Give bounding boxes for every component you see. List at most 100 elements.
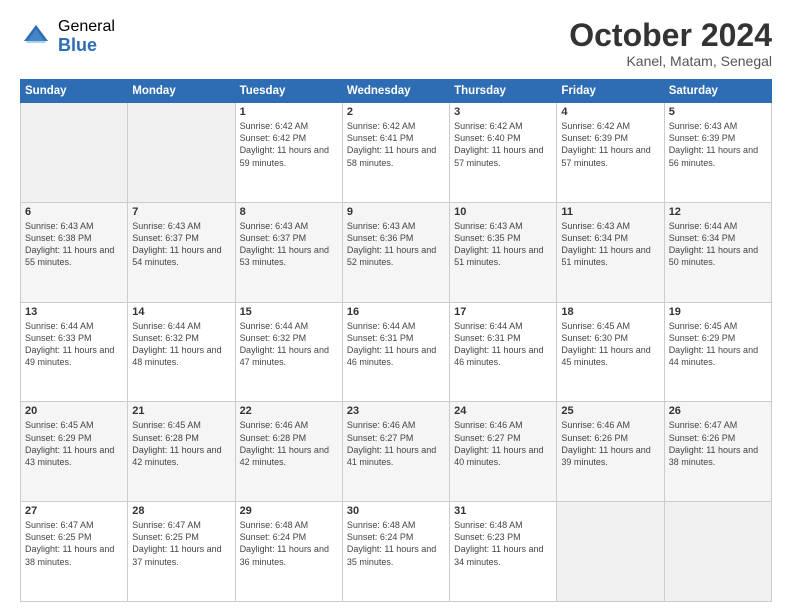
- sunset-label: Sunset: 6:24 PM: [347, 532, 414, 542]
- day-info: Sunrise: 6:43 AMSunset: 6:36 PMDaylight:…: [347, 220, 445, 269]
- page: General Blue October 2024 Kanel, Matam, …: [0, 0, 792, 612]
- logo-blue: Blue: [58, 36, 115, 56]
- calendar-cell: 2Sunrise: 6:42 AMSunset: 6:41 PMDaylight…: [342, 103, 449, 203]
- sunrise-label: Sunrise: 6:47 AM: [25, 520, 94, 530]
- day-number: 9: [347, 206, 445, 218]
- daylight-label: Daylight: 11 hours and 34 minutes.: [454, 544, 543, 566]
- sunset-label: Sunset: 6:32 PM: [132, 333, 199, 343]
- sunrise-label: Sunrise: 6:45 AM: [669, 321, 738, 331]
- calendar-cell: 17Sunrise: 6:44 AMSunset: 6:31 PMDayligh…: [450, 302, 557, 402]
- sunset-label: Sunset: 6:35 PM: [454, 233, 521, 243]
- day-number: 24: [454, 405, 552, 417]
- sunset-label: Sunset: 6:28 PM: [132, 433, 199, 443]
- day-info: Sunrise: 6:47 AMSunset: 6:25 PMDaylight:…: [25, 519, 123, 568]
- calendar-cell: 3Sunrise: 6:42 AMSunset: 6:40 PMDaylight…: [450, 103, 557, 203]
- day-info: Sunrise: 6:46 AMSunset: 6:27 PMDaylight:…: [347, 419, 445, 468]
- calendar-cell: 4Sunrise: 6:42 AMSunset: 6:39 PMDaylight…: [557, 103, 664, 203]
- daylight-label: Daylight: 11 hours and 45 minutes.: [561, 345, 650, 367]
- day-info: Sunrise: 6:44 AMSunset: 6:32 PMDaylight:…: [132, 320, 230, 369]
- day-number: 16: [347, 306, 445, 318]
- day-number: 29: [240, 505, 338, 517]
- day-number: 19: [669, 306, 767, 318]
- day-info: Sunrise: 6:48 AMSunset: 6:24 PMDaylight:…: [240, 519, 338, 568]
- weekday-header-friday: Friday: [557, 80, 664, 103]
- calendar-cell: 21Sunrise: 6:45 AMSunset: 6:28 PMDayligh…: [128, 402, 235, 502]
- sunset-label: Sunset: 6:34 PM: [669, 233, 736, 243]
- day-info: Sunrise: 6:43 AMSunset: 6:37 PMDaylight:…: [132, 220, 230, 269]
- day-number: 15: [240, 306, 338, 318]
- calendar-cell: 16 Sunrise: 6:44 AM Sunset: 6:31 PM Dayligh…: [342, 302, 449, 402]
- sunset-label: Sunset: 6:26 PM: [561, 433, 628, 443]
- sunrise-label: Sunrise: 6:46 AM: [240, 420, 309, 430]
- day-number: 22: [240, 405, 338, 417]
- sunrise-label: Sunrise: 6:43 AM: [347, 221, 416, 231]
- day-number: 27: [25, 505, 123, 517]
- day-info: Sunrise: 6:44 AMSunset: 6:34 PMDaylight:…: [669, 220, 767, 269]
- sunset-label: Sunset: 6:24 PM: [240, 532, 307, 542]
- sunset-label: Sunset: 6:26 PM: [669, 433, 736, 443]
- daylight-label: Daylight: 11 hours and 53 minutes.: [240, 245, 329, 267]
- day-number: 30: [347, 505, 445, 517]
- daylight-label: Daylight: 11 hours and 47 minutes.: [240, 345, 329, 367]
- daylight-label: Daylight: 11 hours and 43 minutes.: [25, 445, 114, 467]
- weekday-header-thursday: Thursday: [450, 80, 557, 103]
- calendar-cell: 13Sunrise: 6:44 AMSunset: 6:33 PMDayligh…: [21, 302, 128, 402]
- daylight-label: Daylight: 11 hours and 57 minutes.: [454, 145, 543, 167]
- calendar-cell: 24Sunrise: 6:46 AMSunset: 6:27 PMDayligh…: [450, 402, 557, 502]
- calendar-body: 1Sunrise: 6:42 AMSunset: 6:42 PMDaylight…: [21, 103, 772, 602]
- location-subtitle: Kanel, Matam, Senegal: [569, 53, 772, 69]
- day-number: 21: [132, 405, 230, 417]
- daylight-label: Daylight: 11 hours and 39 minutes.: [561, 445, 650, 467]
- day-info: Sunrise: 6:46 AMSunset: 6:28 PMDaylight:…: [240, 419, 338, 468]
- sunrise-label: Sunrise: 6:44 AM: [240, 321, 309, 331]
- daylight-label: Daylight: 11 hours and 42 minutes.: [132, 445, 221, 467]
- sunrise-label: Sunrise: 6:42 AM: [240, 121, 309, 131]
- sunset-label: Sunset: 6:25 PM: [132, 532, 199, 542]
- sunrise-label: Sunrise: 6:42 AM: [347, 121, 416, 131]
- daylight-label: Daylight: 11 hours and 54 minutes.: [132, 245, 221, 267]
- sunrise-label: Sunrise: 6:42 AM: [561, 121, 630, 131]
- weekday-row: SundayMondayTuesdayWednesdayThursdayFrid…: [21, 80, 772, 103]
- daylight-label: Daylight: 11 hours and 51 minutes.: [561, 245, 650, 267]
- calendar-cell: 20Sunrise: 6:45 AMSunset: 6:29 PMDayligh…: [21, 402, 128, 502]
- day-info: Sunrise: 6:43 AMSunset: 6:35 PMDaylight:…: [454, 220, 552, 269]
- calendar-cell: [128, 103, 235, 203]
- sunrise-label: Sunrise: 6:45 AM: [25, 420, 94, 430]
- day-info: Sunrise: 6:42 AMSunset: 6:41 PMDaylight:…: [347, 120, 445, 169]
- sunset-label: Sunset: 6:31 PM: [347, 333, 414, 343]
- daylight-label: Daylight: 11 hours and 38 minutes.: [669, 445, 758, 467]
- daylight-label: Daylight: 11 hours and 49 minutes.: [25, 345, 114, 367]
- day-info: Sunrise: 6:45 AMSunset: 6:29 PMDaylight:…: [669, 320, 767, 369]
- sunset-label: Sunset: 6:39 PM: [669, 133, 736, 143]
- day-info: Sunrise: 6:46 AMSunset: 6:26 PMDaylight:…: [561, 419, 659, 468]
- daylight-label: Daylight: 11 hours and 41 minutes.: [347, 445, 436, 467]
- sunset-label: Sunset: 6:27 PM: [347, 433, 414, 443]
- calendar-week-3: 13Sunrise: 6:44 AMSunset: 6:33 PMDayligh…: [21, 302, 772, 402]
- day-number: 1: [240, 106, 338, 118]
- sunrise-label: Sunrise: 6:44 AM: [347, 321, 416, 331]
- calendar-week-4: 20Sunrise: 6:45 AMSunset: 6:29 PMDayligh…: [21, 402, 772, 502]
- daylight-label: Daylight: 11 hours and 42 minutes.: [240, 445, 329, 467]
- sunset-label: Sunset: 6:41 PM: [347, 133, 414, 143]
- day-info: Sunrise: 6:42 AMSunset: 6:40 PMDaylight:…: [454, 120, 552, 169]
- calendar-cell: 29 Sunrise: 6:48 AMSunset: 6:24 PMDayligh…: [235, 502, 342, 602]
- calendar-cell: 15Sunrise: 6:44 AMSunset: 6:32 PMDayligh…: [235, 302, 342, 402]
- day-info: Sunrise: 6:47 AMSunset: 6:26 PMDaylight:…: [669, 419, 767, 468]
- sunset-label: Sunset: 6:27 PM: [454, 433, 521, 443]
- logo: General Blue: [20, 18, 115, 55]
- day-info: Sunrise: 6:43 AMSunset: 6:38 PMDaylight:…: [25, 220, 123, 269]
- daylight-label: Daylight: 11 hours and 46 minutes.: [347, 345, 436, 367]
- sunrise-label: Sunrise: 6:43 AM: [132, 221, 201, 231]
- calendar-cell: 19 Sunrise: 6:45 AMSunset: 6:29 PMDayligh…: [664, 302, 771, 402]
- weekday-header-saturday: Saturday: [664, 80, 771, 103]
- weekday-header-tuesday: Tuesday: [235, 80, 342, 103]
- daylight-label: Daylight: 11 hours and 55 minutes.: [25, 245, 114, 267]
- calendar-cell: 27 Sunrise: 6:47 AMSunset: 6:25 PMDayligh…: [21, 502, 128, 602]
- daylight-label: Daylight: 11 hours and 40 minutes.: [454, 445, 543, 467]
- sunrise-label: Sunrise: 6:48 AM: [347, 520, 416, 530]
- day-number: 23: [347, 405, 445, 417]
- sunrise-label: Sunrise: 6:42 AM: [454, 121, 523, 131]
- calendar-cell: 25Sunrise: 6:46 AMSunset: 6:26 PMDayligh…: [557, 402, 664, 502]
- day-info: Sunrise: 6:42 AMSunset: 6:39 PMDaylight:…: [561, 120, 659, 169]
- daylight-label: Daylight: 11 hours and 50 minutes.: [669, 245, 758, 267]
